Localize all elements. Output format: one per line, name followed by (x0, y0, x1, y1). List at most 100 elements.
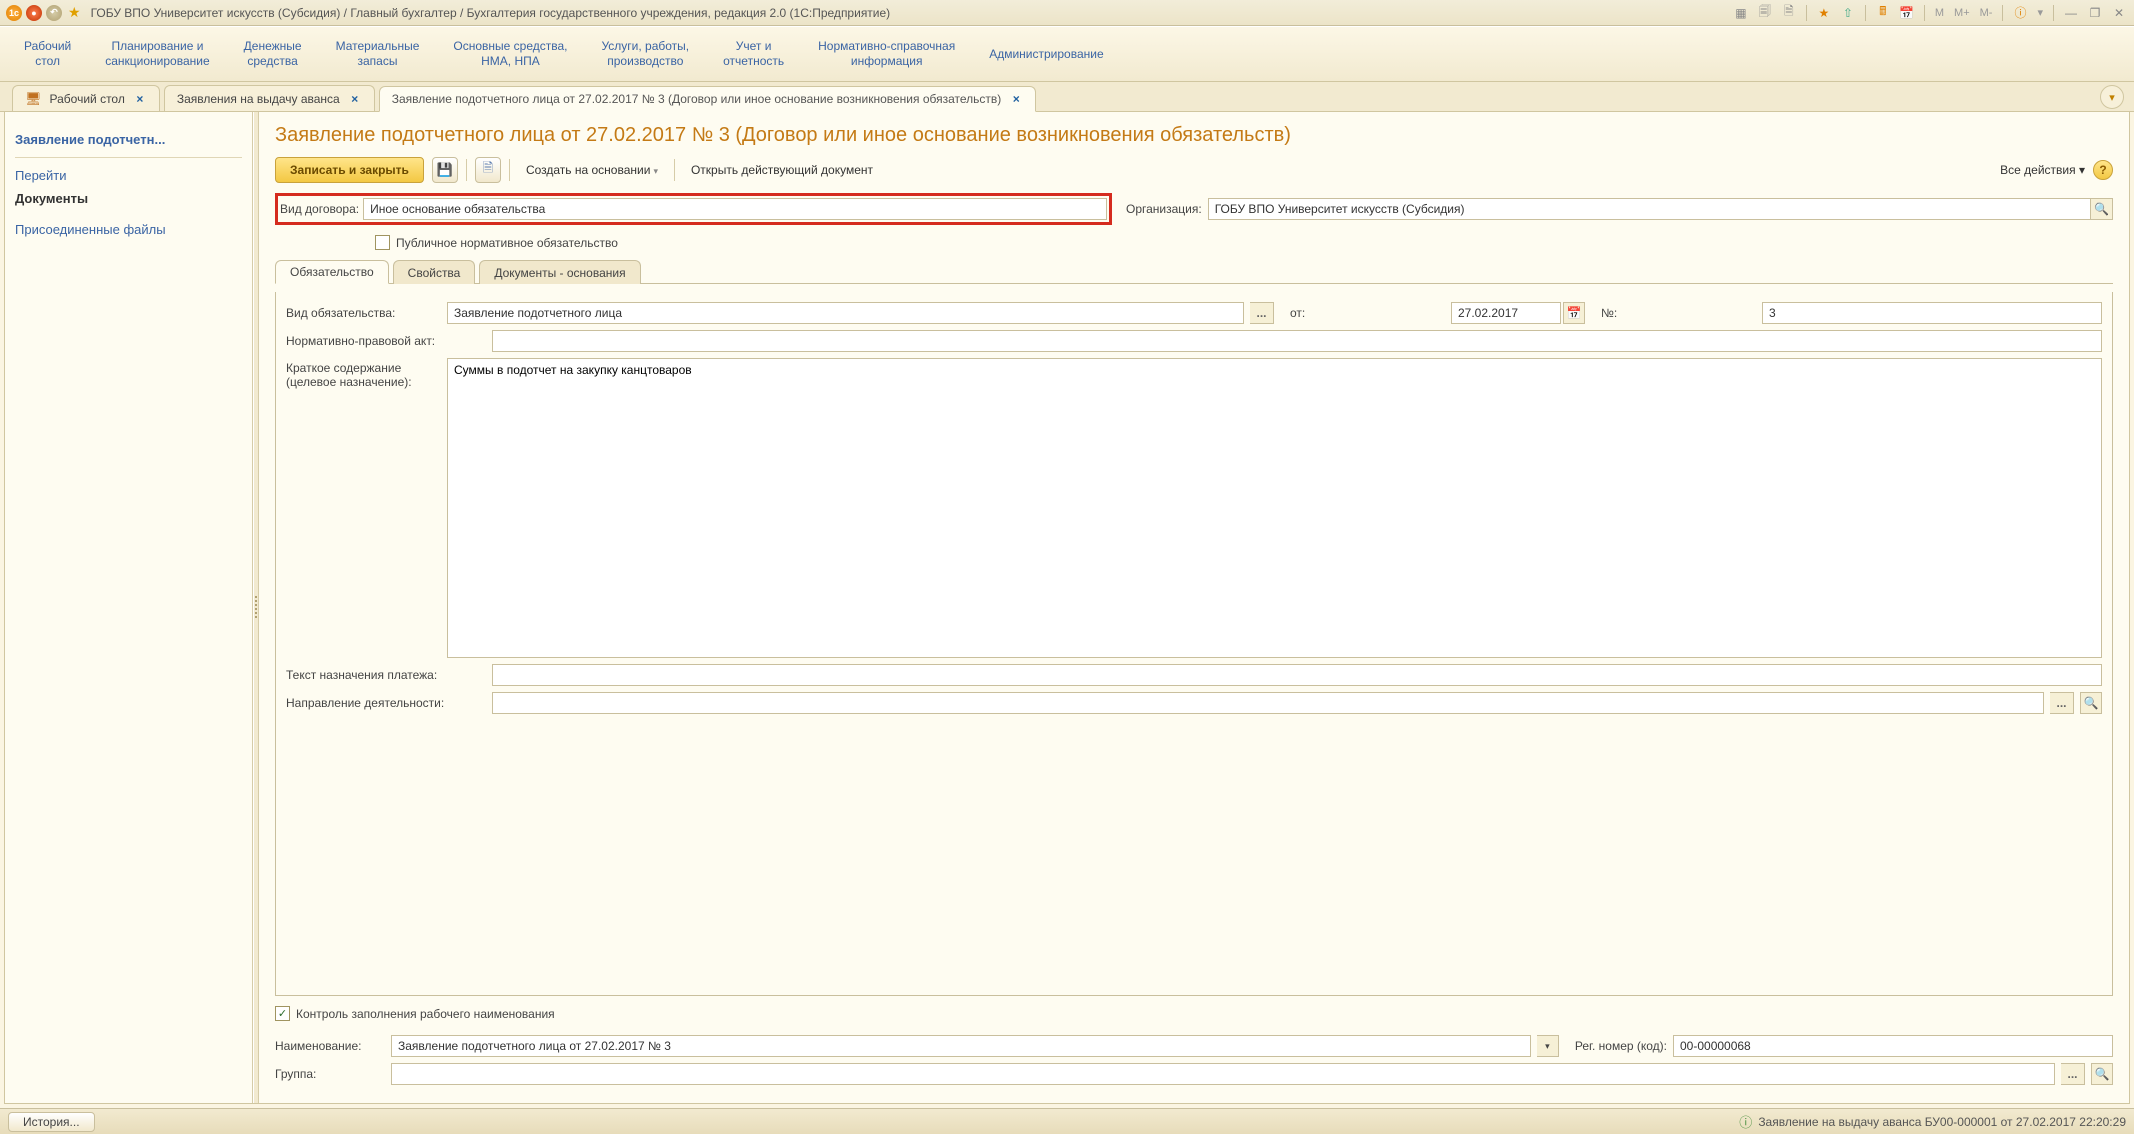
activity-select-icon[interactable]: ... (2050, 692, 2074, 714)
sidebar: Заявление подотчетн... Перейти Документы… (5, 112, 253, 1103)
nav-accounting[interactable]: Учет и отчетность (723, 39, 784, 69)
group-field[interactable] (391, 1063, 2055, 1085)
activity-field[interactable] (492, 692, 2044, 714)
sidebar-documents[interactable]: Документы (15, 187, 242, 210)
arrow-tool-icon[interactable]: ⇧ (1839, 4, 1857, 22)
group-lookup-icon[interactable]: 🔍 (2091, 1063, 2113, 1085)
calendar-icon[interactable]: 📅 (1898, 4, 1916, 22)
obligation-type-select-icon[interactable]: ... (1250, 302, 1274, 324)
sidebar-attached-files[interactable]: Присоединенные файлы (15, 218, 242, 241)
create-based-button[interactable]: Создать на основании▾ (518, 159, 666, 181)
main-navigation: Рабочий стол Планирование и санкциониров… (0, 26, 2134, 82)
calc-icon[interactable]: 🖩 (1874, 4, 1892, 22)
nav-admin[interactable]: Администрирование (989, 47, 1103, 62)
group-select-icon[interactable]: ... (2061, 1063, 2085, 1085)
contract-type-field[interactable]: Иное основание обязательства (363, 198, 1107, 220)
contract-type-highlight: Вид договора: Иное основание обязательст… (275, 193, 1112, 225)
nav-planning[interactable]: Планирование и санкционирование (105, 39, 209, 69)
memory-m-minus[interactable]: M- (1978, 7, 1995, 19)
npa-row: Нормативно-правовой акт: (286, 330, 2102, 352)
pay-text-row: Текст назначения платежа: (286, 664, 2102, 686)
date-field[interactable]: 27.02.2017 (1451, 302, 1561, 324)
history-button[interactable]: История... (8, 1112, 95, 1132)
group-row: Группа: ... 🔍 (275, 1063, 2113, 1085)
app-logo-1c[interactable]: 1c (6, 5, 22, 21)
tab-close-icon[interactable]: × (348, 92, 362, 106)
document-tabs: 🖥 Рабочий стол × Заявления на выдачу ава… (0, 82, 2134, 112)
tabs-expand-icon[interactable]: ▾ (2100, 85, 2124, 109)
info-icon[interactable]: ⓘ (2011, 4, 2029, 22)
star-tool-icon[interactable]: ★ (1815, 4, 1833, 22)
tab-document-label: Заявление подотчетного лица от 27.02.201… (392, 92, 1002, 106)
memory-m-plus[interactable]: M+ (1952, 7, 1972, 19)
name-field[interactable]: Заявление подотчетного лица от 27.02.201… (391, 1035, 1531, 1057)
all-actions-button[interactable]: Все действия ▾ (2000, 163, 2085, 177)
control-name-row: ✓ Контроль заполнения рабочего наименова… (275, 1006, 2113, 1021)
titlebar: 1c ● ↶ ★ ГОБУ ВПО Университет искусств (… (0, 0, 2134, 26)
public-norm-label: Публичное нормативное обязательство (396, 236, 618, 250)
document-toolbar: Записать и закрыть 💾 🗎 Создать на основа… (275, 157, 2113, 183)
nav-cash[interactable]: Денежные средства (244, 39, 302, 69)
pay-text-label: Текст назначения платежа: (286, 668, 486, 682)
tab-desktop[interactable]: 🖥 Рабочий стол × (12, 85, 160, 111)
tab-close-icon[interactable]: × (133, 92, 147, 106)
save-close-button[interactable]: Записать и закрыть (275, 157, 424, 183)
close-left-icon[interactable]: ● (26, 5, 42, 21)
control-name-checkbox[interactable]: ✓ (275, 1006, 290, 1021)
num-prefix: №: (1601, 306, 1756, 320)
nav-desktop[interactable]: Рабочий стол (24, 39, 71, 69)
save-icon[interactable]: 💾 (432, 157, 458, 183)
info-status-icon: ⓘ (1739, 1112, 1752, 1131)
pay-text-field[interactable] (492, 664, 2102, 686)
public-norm-checkbox[interactable] (375, 235, 390, 250)
close-window-icon[interactable]: ✕ (2110, 4, 2128, 22)
dtab-properties[interactable]: Свойства (393, 260, 476, 284)
tool-icon-3[interactable]: 🗎 (1780, 4, 1798, 22)
minimize-icon[interactable]: — (2062, 4, 2080, 22)
tool-icon-1[interactable]: ▦ (1732, 4, 1750, 22)
detail-tabs: Обязательство Свойства Документы - основ… (275, 260, 2113, 284)
nav-services[interactable]: Услуги, работы, производство (601, 39, 689, 69)
tab-document[interactable]: Заявление подотчетного лица от 27.02.201… (379, 86, 1037, 112)
maximize-icon[interactable]: ❐ (2086, 4, 2104, 22)
name-row: Наименование: Заявление подотчетного лиц… (275, 1035, 2113, 1057)
dtab-basis-docs[interactable]: Документы - основания (479, 260, 640, 284)
obligation-type-label: Вид обязательства: (286, 306, 441, 320)
memory-m[interactable]: M (1933, 7, 1946, 19)
print-icon[interactable]: 🗎 (475, 157, 501, 183)
public-norm-row: Публичное нормативное обязательство (375, 235, 2113, 250)
detail-body: Вид обязательства: Заявление подотчетног… (275, 292, 2113, 996)
org-label: Организация: (1126, 202, 1202, 216)
favorite-icon[interactable]: ★ (68, 4, 81, 21)
npa-field[interactable] (492, 330, 2102, 352)
summary-textarea[interactable] (447, 358, 2102, 658)
summary-row: Краткое содержание (целевое назначение): (286, 358, 2102, 658)
info-caret[interactable]: ▾ (2035, 6, 2045, 19)
name-dropdown-icon[interactable]: ▾ (1537, 1035, 1559, 1057)
control-name-label: Контроль заполнения рабочего наименовани… (296, 1007, 555, 1021)
help-icon[interactable]: ? (2093, 160, 2113, 180)
undo-icon[interactable]: ↶ (46, 5, 62, 21)
nav-reference[interactable]: Нормативно-справочная информация (818, 39, 955, 69)
obligation-type-row: Вид обязательства: Заявление подотчетног… (286, 302, 2102, 324)
org-lookup-icon[interactable]: 🔍 (2091, 198, 2113, 220)
open-active-doc-button[interactable]: Открыть действующий документ (683, 159, 881, 181)
sidebar-active-doc[interactable]: Заявление подотчетн... (15, 128, 242, 151)
npa-label: Нормативно-правовой акт: (286, 334, 486, 348)
calendar-picker-icon[interactable]: 📅 (1563, 302, 1585, 324)
org-field[interactable]: ГОБУ ВПО Университет искусств (Субсидия) (1208, 198, 2091, 220)
tab-close-icon[interactable]: × (1009, 92, 1023, 106)
activity-lookup-icon[interactable]: 🔍 (2080, 692, 2102, 714)
tab-requests[interactable]: Заявления на выдачу аванса × (164, 85, 375, 111)
number-field[interactable]: 3 (1762, 302, 2102, 324)
org-field-wrap: ГОБУ ВПО Университет искусств (Субсидия)… (1208, 198, 2113, 220)
nav-fixed-assets[interactable]: Основные средства, НМА, НПА (453, 39, 567, 69)
nav-materials[interactable]: Материальные запасы (336, 39, 420, 69)
regnum-field[interactable]: 00-00000068 (1673, 1035, 2113, 1057)
status-info: ⓘ Заявление на выдачу аванса БУ00-000001… (1739, 1112, 2126, 1131)
date-group: 27.02.2017 📅 (1451, 302, 1585, 324)
dtab-obligation[interactable]: Обязательство (275, 260, 389, 284)
obligation-type-field[interactable]: Заявление подотчетного лица (447, 302, 1244, 324)
sidebar-goto[interactable]: Перейти (15, 164, 242, 187)
tool-icon-2[interactable]: 🗐 (1756, 4, 1774, 22)
